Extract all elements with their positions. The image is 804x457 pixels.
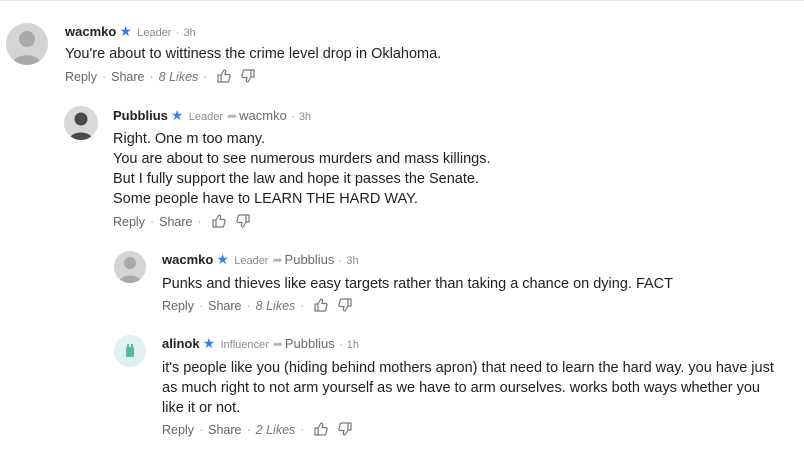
avatar[interactable]: [6, 23, 48, 65]
likes-count[interactable]: 2 Likes: [256, 423, 296, 437]
user-badge: Influencer: [220, 339, 269, 351]
comment-text-line: Some people have to LEARN THE HARD WAY.: [113, 191, 418, 207]
comment-actions: Reply · Share · 8 Likes ·: [162, 297, 353, 317]
comment-text-line: Punks and thieves like easy targets rath…: [162, 276, 674, 292]
reply-button[interactable]: Reply: [162, 299, 194, 313]
comment-text-line: But I fully support the law and hope it …: [113, 171, 479, 187]
comment-body: Punks and thieves like easy targets rath…: [162, 274, 792, 294]
person-avatar-icon: [6, 23, 48, 65]
comment-body: Right. One m too many. You are about to …: [113, 129, 793, 209]
username[interactable]: Pubblius: [113, 108, 168, 123]
teal-avatar-icon: [114, 335, 146, 367]
share-button[interactable]: Share: [111, 70, 144, 84]
username[interactable]: wacmko: [162, 252, 213, 267]
thumbs-down-icon[interactable]: [240, 68, 256, 88]
dot-separator: ·: [175, 25, 180, 39]
comment-header: Pubblius ★ Leader ➦ wacmko · 3h: [113, 107, 311, 125]
comment-text-line: like it or not.: [162, 400, 241, 416]
thumbs-up-icon[interactable]: [313, 421, 329, 441]
timestamp[interactable]: 3h: [183, 27, 195, 39]
thumbs-up-icon[interactable]: [216, 68, 232, 88]
dot-separator: ·: [338, 253, 343, 267]
comment-text-line: You are about to see numerous murders an…: [113, 151, 491, 167]
dot-separator: ·: [338, 337, 343, 351]
comment-header: alinok ★ Influencer ➦ Pubblius · 1h: [162, 335, 359, 353]
dot-separator: ·: [149, 215, 155, 229]
comment-body: You're about to wittiness the crime leve…: [65, 44, 785, 64]
reply-arrow-icon: ➦: [272, 253, 283, 267]
likes-count[interactable]: 8 Likes: [159, 70, 199, 84]
share-button[interactable]: Share: [208, 299, 241, 313]
thumbs-up-icon[interactable]: [313, 297, 329, 317]
dot-separator: ·: [246, 423, 251, 437]
timestamp[interactable]: 3h: [299, 111, 311, 123]
comment-text-line: it's people like you (hiding behind moth…: [162, 360, 774, 376]
person-avatar-icon: [64, 106, 98, 140]
reply-button[interactable]: Reply: [162, 423, 194, 437]
thumbs-down-icon[interactable]: [235, 213, 251, 233]
reply-to-username[interactable]: Pubblius: [285, 336, 335, 351]
comment-text-line: You're about to wittiness the crime leve…: [65, 46, 442, 62]
user-badge: Leader: [234, 255, 269, 267]
timestamp[interactable]: 3h: [346, 255, 358, 267]
comment-text-line: as much right to not arm yourself as we …: [162, 380, 760, 396]
dot-separator: ·: [290, 109, 295, 123]
reply-to-username[interactable]: Pubblius: [285, 252, 335, 267]
comment-body: it's people like you (hiding behind moth…: [162, 358, 802, 418]
dot-separator: ·: [198, 299, 204, 313]
reply-button[interactable]: Reply: [113, 215, 145, 229]
user-badge: Leader: [188, 111, 224, 123]
star-icon: ★: [170, 107, 184, 123]
share-button[interactable]: Share: [208, 423, 241, 437]
reply-arrow-icon: ➦: [227, 109, 238, 123]
username[interactable]: alinok: [162, 336, 200, 351]
comment-actions: Reply · Share · 2 Likes ·: [162, 421, 353, 441]
avatar[interactable]: [64, 106, 98, 140]
comment-actions: Reply · Share · 8 Likes ·: [65, 68, 256, 88]
user-badge: Leader: [137, 27, 172, 39]
dot-separator: ·: [197, 215, 202, 229]
dot-separator: ·: [149, 70, 154, 84]
star-icon: ★: [202, 335, 216, 351]
dot-separator: ·: [101, 70, 107, 84]
person-avatar-icon: [114, 251, 146, 283]
reply-to-username[interactable]: wacmko: [239, 108, 287, 123]
dot-separator: ·: [300, 299, 305, 313]
thumbs-up-icon[interactable]: [211, 213, 227, 233]
thumbs-down-icon[interactable]: [337, 297, 353, 317]
star-icon: ★: [216, 251, 229, 267]
avatar[interactable]: [114, 251, 146, 283]
reply-button[interactable]: Reply: [65, 70, 97, 84]
dot-separator: ·: [198, 423, 204, 437]
comment-actions: Reply · Share ·: [113, 213, 251, 233]
thumbs-down-icon[interactable]: [337, 421, 353, 441]
dot-separator: ·: [203, 70, 208, 84]
top-divider: [0, 0, 804, 1]
share-button[interactable]: Share: [159, 215, 192, 229]
comment-text-line: Right. One m too many.: [113, 131, 266, 147]
dot-separator: ·: [300, 423, 305, 437]
star-icon: ★: [119, 23, 132, 39]
comment-header: wacmko ★ Leader · 3h: [65, 23, 196, 41]
likes-count[interactable]: 8 Likes: [256, 299, 296, 313]
comment-header: wacmko ★ Leader ➦ Pubblius · 3h: [162, 251, 359, 269]
avatar[interactable]: [114, 335, 146, 367]
dot-separator: ·: [246, 299, 251, 313]
reply-arrow-icon: ➦: [272, 337, 283, 351]
username[interactable]: wacmko: [65, 24, 116, 39]
timestamp[interactable]: 1h: [347, 339, 359, 351]
